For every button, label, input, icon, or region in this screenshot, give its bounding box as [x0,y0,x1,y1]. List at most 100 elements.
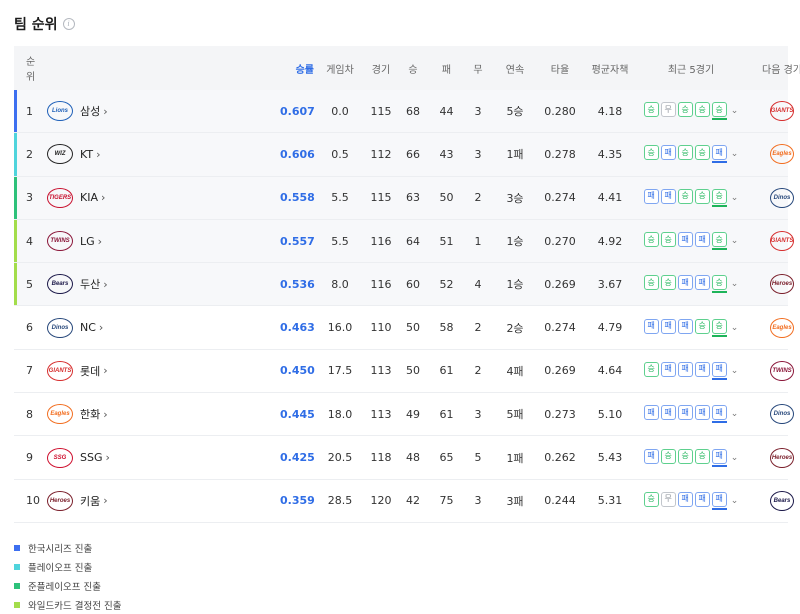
dinos-logo-icon[interactable]: Dinos [770,187,794,208]
table-header: 순위 승률 게임차 경기 승 패 무 연속 타율 평균자책 최근 5경기 다음 … [14,46,800,90]
result-badge-wrap: 패 [677,491,693,510]
chevron-down-icon[interactable]: ⌄ [731,149,739,159]
chevron-down-icon[interactable]: ⌄ [731,279,739,289]
team-link[interactable]: 한화 › [76,406,280,422]
rank-stripe [14,263,17,306]
team-link[interactable]: 롯데 › [76,363,280,379]
result-badge-loss: 패 [643,188,659,204]
result-badge-wrap: 패 [694,361,710,380]
header-gb[interactable]: 게임차 [314,61,366,76]
team-link[interactable]: 삼성 › [76,103,280,119]
result-badge-loss: 패 [694,491,710,507]
landers-logo-icon[interactable]: SSG [47,447,73,468]
next-game-cell: GIANTS [745,231,800,252]
result-badge-win: 승 [677,145,693,161]
heroes-logo-icon[interactable]: Heroes [770,447,794,468]
result-badge-wrap: 패 [660,188,676,207]
header-draws[interactable]: 무 [463,61,493,76]
pct-cell: 0.536 [280,277,315,291]
header-avg[interactable]: 타율 [537,61,583,76]
table-row: 3 TIGERS KIA › 0.558 5.5 115 63 50 2 3승 0.274 4.41 패 패… [14,176,794,220]
chevron-down-icon[interactable]: ⌄ [731,453,739,463]
wins-cell: 64 [406,234,420,248]
result-badge-loss: 패 [694,361,710,377]
legend-swatch [14,563,20,570]
team-link[interactable]: LG › [76,235,280,248]
eagles-logo-icon[interactable]: Eagles [770,144,794,165]
latest-underline [695,291,710,293]
header-games[interactable]: 경기 [366,61,396,76]
chevron-down-icon[interactable]: ⌄ [731,323,739,333]
chevron-down-icon[interactable]: ⌄ [731,366,739,376]
latest-underline [711,377,727,380]
eagles-logo-icon[interactable]: Eagles [47,404,73,425]
team-link[interactable]: 키움 › [76,493,280,509]
header-era[interactable]: 평균자책 [583,61,637,76]
wiz-logo-icon[interactable]: WIZ [47,144,73,165]
header-streak[interactable]: 연속 [493,61,537,76]
heroes-logo-icon[interactable]: Heroes [47,490,73,511]
eagles-logo-icon[interactable]: Eagles [770,317,794,338]
twins-logo-icon[interactable]: TWINS [47,231,73,252]
result-badge-wrap: 승 [694,145,710,163]
dinos-logo-icon[interactable]: Dinos [770,404,794,425]
giants-logo-icon[interactable]: GIANTS [770,231,794,252]
result-badge-wrap: 승 [677,448,693,467]
rank-cell: 2 [26,147,33,161]
giants-logo-icon[interactable]: GIANTS [47,360,73,381]
latest-underline [678,248,693,250]
chevron-down-icon[interactable]: ⌄ [731,193,739,203]
latest-underline [661,378,676,380]
bears-logo-icon[interactable]: Bears [47,274,73,295]
header-wins[interactable]: 승 [396,61,430,76]
chevron-down-icon[interactable]: ⌄ [731,409,739,419]
team-logo-cell: WIZ [44,144,76,165]
dinos-logo-icon[interactable]: Dinos [47,317,73,338]
draws-cell: 2 [474,191,482,205]
gb-cell: 16.0 [327,321,353,335]
result-badge-wrap: 승 [694,102,710,120]
team-link[interactable]: 두산 › [76,276,280,292]
wins-cell: 50 [406,321,420,335]
avg-cell: 0.278 [544,147,576,161]
chevron-right-icon: › [98,321,104,335]
chevron-right-icon: › [103,104,108,118]
info-icon[interactable]: i [62,18,75,30]
result-badge-loss: 패 [660,361,676,377]
team-name: 두산 [80,278,101,292]
giants-logo-icon[interactable]: GIANTS [770,101,794,122]
result-badge-loss: 패 [643,405,659,421]
wins-cell: 48 [406,451,420,465]
header-losses[interactable]: 패 [430,61,463,76]
next-game-cell: Eagles [745,317,800,338]
lions-logo-icon[interactable]: Lions [47,101,73,122]
chevron-down-icon[interactable]: ⌄ [731,236,739,246]
result-badge-wrap: 승 [711,232,727,251]
result-badge-wrap: 무 [660,102,676,120]
games-cell: 118 [370,451,392,465]
twins-logo-icon[interactable]: TWINS [770,360,794,381]
result-badge-wrap: 승 [677,145,693,163]
era-cell: 5.31 [597,494,623,508]
header-rank[interactable]: 순위 [14,53,44,83]
team-link[interactable]: KIA › [76,191,280,204]
chevron-down-icon[interactable]: ⌄ [731,496,739,506]
heroes-logo-icon[interactable]: Heroes [770,274,794,295]
title-row: 팀 순위 i [14,14,75,34]
team-link[interactable]: KT › [76,148,280,161]
draws-cell: 3 [474,407,482,421]
bears-logo-icon[interactable]: Bears [770,490,794,511]
tigers-logo-icon[interactable]: TIGERS [47,187,73,208]
team-link[interactable]: SSG › [76,451,280,464]
latest-underline [644,205,659,207]
team-name: KT [80,147,94,161]
draws-cell: 5 [474,451,482,465]
result-badge-wrap: 승 [660,275,676,293]
result-badge-wrap: 승 [677,102,693,120]
result-badge-win: 승 [643,491,659,507]
chevron-down-icon[interactable]: ⌄ [731,106,739,116]
header-pct[interactable]: 승률 [280,61,314,76]
result-badge-win: 승 [643,275,659,291]
team-link[interactable]: NC › [76,321,280,334]
team-name: 롯데 [80,364,101,378]
